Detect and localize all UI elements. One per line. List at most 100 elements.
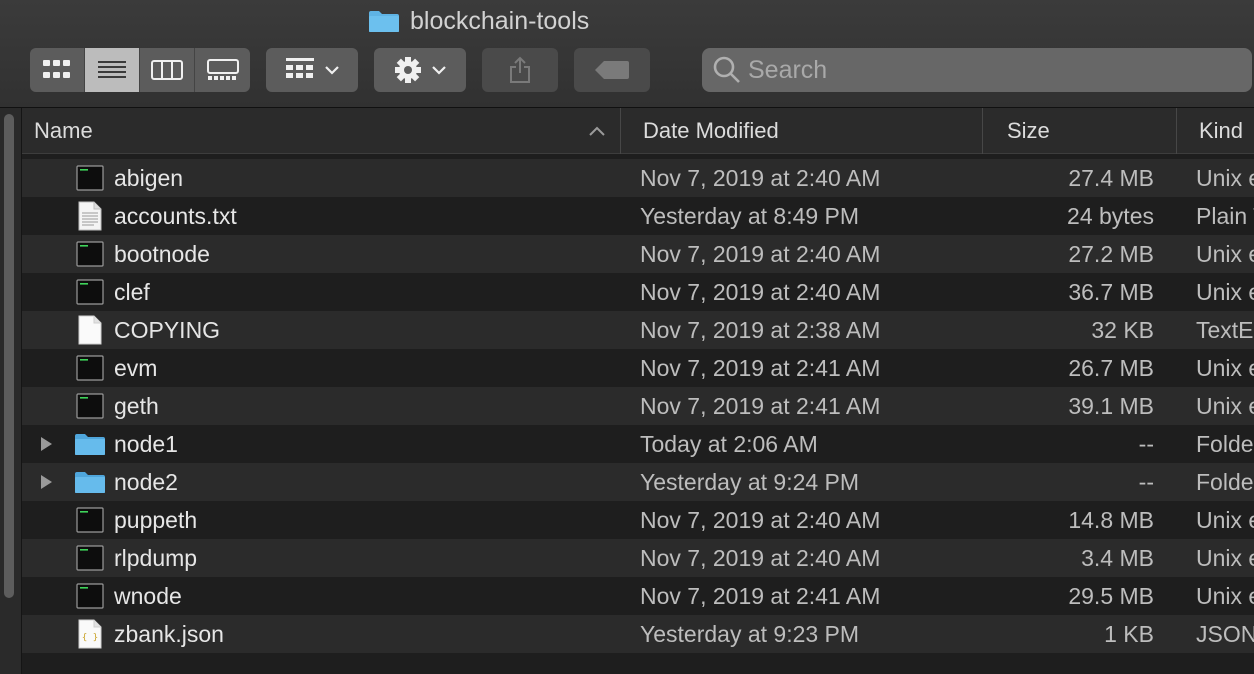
gallery-view-button[interactable] bbox=[195, 48, 250, 92]
file-kind: Unix executable bbox=[1196, 392, 1254, 419]
file-list: Name Date Modified Size Kind abigen Nov 7… bbox=[22, 108, 1254, 674]
share-button[interactable] bbox=[482, 48, 558, 92]
table-row[interactable]: evm Nov 7, 2019 at 2:41 AM 26.7 MB Unix exe… bbox=[22, 349, 1254, 387]
file-date-modified: Nov 7, 2019 at 2:40 AM bbox=[640, 240, 881, 267]
table-row[interactable]: rlpdump Nov 7, 2019 at 2:40 AM 3.4 MB Unix … bbox=[22, 539, 1254, 577]
list-view-icon bbox=[98, 61, 126, 78]
folder-icon bbox=[369, 11, 399, 32]
column-header-date-label: Date Modified bbox=[643, 118, 779, 143]
terminal-exec-icon bbox=[74, 235, 106, 273]
file-size: 14.8 MB bbox=[1068, 506, 1154, 533]
column-header-size-label: Size bbox=[1007, 118, 1050, 143]
sidebar-scrollbar-thumb[interactable] bbox=[4, 114, 14, 598]
column-header-kind[interactable]: Kind bbox=[1176, 108, 1254, 154]
file-date-modified: Nov 7, 2019 at 2:41 AM bbox=[640, 582, 881, 609]
icon-view-button[interactable] bbox=[30, 48, 85, 92]
file-date-modified: Nov 7, 2019 at 2:40 AM bbox=[640, 164, 881, 191]
column-header-name-label: Name bbox=[34, 118, 93, 143]
file-kind: Unix executable bbox=[1196, 544, 1254, 571]
folder-icon bbox=[74, 425, 106, 463]
file-size: 1 KB bbox=[1104, 620, 1154, 647]
file-size: 26.7 MB bbox=[1068, 354, 1154, 381]
sort-ascending-icon bbox=[589, 126, 605, 136]
table-row[interactable]: node2 Yesterday at 9:24 PM -- Folder bbox=[22, 463, 1254, 501]
file-date-modified: Nov 7, 2019 at 2:40 AM bbox=[640, 544, 881, 571]
group-by-icon bbox=[286, 58, 314, 78]
folder-icon bbox=[74, 463, 106, 501]
file-date-modified: Yesterday at 8:49 PM bbox=[640, 202, 860, 229]
svg-text:{ }: { } bbox=[82, 633, 98, 643]
table-row[interactable]: geth Nov 7, 2019 at 2:41 AM 39.1 MB Unix ex… bbox=[22, 387, 1254, 425]
toolbar: blockchain-tools bbox=[0, 0, 1254, 108]
terminal-exec-icon bbox=[74, 577, 106, 615]
blank-document-icon bbox=[74, 311, 106, 349]
file-size: 29.5 MB bbox=[1068, 582, 1154, 609]
terminal-exec-icon bbox=[74, 273, 106, 311]
file-kind: Folder bbox=[1196, 468, 1254, 495]
action-button[interactable] bbox=[374, 48, 466, 92]
search-input[interactable] bbox=[742, 50, 1252, 90]
table-row[interactable]: bootnode Nov 7, 2019 at 2:40 AM 27.2 MB Uni… bbox=[22, 235, 1254, 273]
file-kind: Unix executable bbox=[1196, 506, 1254, 533]
sidebar-scrollbar[interactable] bbox=[0, 108, 22, 674]
column-header-kind-label: Kind bbox=[1199, 118, 1244, 143]
column-view-icon bbox=[151, 60, 183, 80]
file-name: wnode bbox=[114, 582, 182, 609]
file-date-modified: Nov 7, 2019 at 2:40 AM bbox=[640, 506, 881, 533]
table-row[interactable]: node1 Today at 2:06 AM -- Folder bbox=[22, 425, 1254, 463]
list-view-button[interactable] bbox=[85, 48, 140, 92]
table-row[interactable]: wnode Nov 7, 2019 at 2:41 AM 29.5 MB Unix e… bbox=[22, 577, 1254, 615]
file-name: puppeth bbox=[114, 506, 198, 533]
finder-window: blockchain-tools Search Name Date Modifi… bbox=[0, 0, 1254, 674]
view-mode-segmented-control bbox=[30, 48, 250, 92]
file-name: geth bbox=[114, 392, 159, 419]
terminal-exec-icon bbox=[74, 501, 106, 539]
terminal-exec-icon bbox=[74, 387, 106, 425]
window-title-text: blockchain-tools bbox=[410, 6, 590, 35]
disclosure-triangle-icon[interactable] bbox=[36, 425, 56, 463]
file-size: 27.2 MB bbox=[1068, 240, 1154, 267]
table-row[interactable]: COPYING Nov 7, 2019 at 2:38 AM 32 KB TextEd… bbox=[22, 311, 1254, 349]
column-header-name[interactable]: Name bbox=[22, 108, 620, 154]
column-header-date-modified[interactable]: Date Modified bbox=[620, 108, 982, 154]
file-name: zbank.json bbox=[114, 620, 224, 647]
tag-button[interactable] bbox=[574, 48, 650, 92]
table-row[interactable]: { } zbank.json Yesterday at 9:23 PM 1 KB JSO… bbox=[22, 615, 1254, 653]
file-kind: Unix executable bbox=[1196, 582, 1254, 609]
file-size: 24 bytes bbox=[1067, 202, 1154, 229]
file-size: 39.1 MB bbox=[1068, 392, 1154, 419]
gear-icon bbox=[395, 57, 421, 83]
terminal-exec-icon bbox=[74, 349, 106, 387]
file-name: bootnode bbox=[114, 240, 210, 267]
table-row[interactable]: accounts.txt Yesterday at 8:49 PM 24 bytes… bbox=[22, 197, 1254, 235]
file-size: 36.7 MB bbox=[1068, 278, 1154, 305]
file-size: -- bbox=[1138, 468, 1154, 495]
table-row[interactable]: puppeth Nov 7, 2019 at 2:40 AM 14.8 MB Unix… bbox=[22, 501, 1254, 539]
column-view-button[interactable] bbox=[140, 48, 195, 92]
file-name: clef bbox=[114, 278, 150, 305]
search-field[interactable] bbox=[702, 48, 1252, 92]
table-row[interactable]: clef Nov 7, 2019 at 2:40 AM 36.7 MB Unix ex… bbox=[22, 273, 1254, 311]
file-kind: Unix executable bbox=[1196, 164, 1254, 191]
file-name: abigen bbox=[114, 164, 184, 191]
text-document-icon bbox=[74, 197, 106, 235]
file-kind: Unix executable bbox=[1196, 278, 1254, 305]
window-title: blockchain-tools bbox=[368, 6, 589, 36]
chevron-down-icon bbox=[325, 66, 339, 75]
file-kind: Folder bbox=[1196, 430, 1254, 457]
group-by-button[interactable] bbox=[266, 48, 358, 92]
json-document-icon: { } bbox=[74, 615, 106, 653]
file-date-modified: Nov 7, 2019 at 2:41 AM bbox=[640, 392, 881, 419]
file-size: 27.4 MB bbox=[1068, 164, 1154, 191]
search-icon bbox=[713, 56, 740, 83]
file-name: node2 bbox=[114, 468, 178, 495]
terminal-exec-icon bbox=[74, 539, 106, 577]
file-date-modified: Nov 7, 2019 at 2:38 AM bbox=[640, 316, 881, 343]
file-kind: Unix executable bbox=[1196, 240, 1254, 267]
file-size: -- bbox=[1138, 430, 1154, 457]
file-date-modified: Nov 7, 2019 at 2:40 AM bbox=[640, 278, 881, 305]
disclosure-triangle-icon[interactable] bbox=[36, 463, 56, 501]
table-row[interactable]: abigen Nov 7, 2019 at 2:40 AM 27.4 MB Unix … bbox=[22, 159, 1254, 197]
file-date-modified: Today at 2:06 AM bbox=[640, 430, 818, 457]
column-header-size[interactable]: Size bbox=[982, 108, 1176, 154]
